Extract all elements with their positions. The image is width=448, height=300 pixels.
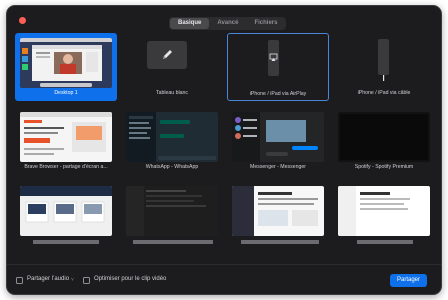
- tile-brave-browser[interactable]: Brave Browser - partage d’écran a...: [15, 107, 117, 175]
- share-audio-checkbox[interactable]: [16, 277, 23, 284]
- obscured-label: [133, 240, 213, 244]
- tile-label: iPhone / iPad via AirPlay: [249, 91, 307, 97]
- obscured-label: [357, 240, 413, 244]
- share-mode-tabs: Basique Avancé Fichiers: [169, 17, 287, 30]
- window-thumbnail: [20, 112, 112, 162]
- whiteboard-frame: [147, 41, 187, 69]
- window-thumbnail: [232, 112, 324, 162]
- tile-window[interactable]: [333, 181, 435, 249]
- window-thumbnail: [20, 186, 112, 236]
- tile-label: Spotify - Spotify Premium: [354, 164, 414, 170]
- tile-window[interactable]: [15, 181, 117, 249]
- tile-label: WhatsApp - WhatsApp: [145, 164, 199, 170]
- tab-fichiers[interactable]: Fichiers: [246, 18, 285, 29]
- share-audio-label: Partager l’audio: [27, 276, 70, 282]
- phone-icon: [383, 75, 385, 81]
- airplay-icon: [269, 53, 278, 61]
- share-screen-window: Basique Avancé Fichiers Desktop 1 Tablea…: [6, 5, 442, 295]
- tile-label: Desktop 1: [54, 90, 78, 96]
- obscured-label: [33, 240, 99, 244]
- tile-tableau-blanc[interactable]: Tableau blanc: [121, 33, 223, 101]
- tile-messenger[interactable]: Messenger - Messenger: [227, 107, 329, 175]
- tile-window[interactable]: [227, 181, 329, 249]
- close-window-button[interactable]: [19, 17, 26, 24]
- phone-frame: [268, 40, 279, 76]
- pencil-icon: [163, 50, 172, 59]
- tile-desktop-1[interactable]: Desktop 1: [15, 33, 117, 101]
- window-thumbnail: [126, 112, 218, 162]
- share-button[interactable]: Partager: [390, 274, 427, 287]
- tile-spotify[interactable]: Spotify - Spotify Premium: [333, 107, 435, 175]
- tile-window[interactable]: [121, 181, 223, 249]
- tile-label: Brave Browser - partage d’écran a...: [24, 164, 108, 170]
- window-thumbnail: [338, 112, 430, 162]
- tab-avance[interactable]: Avancé: [209, 18, 246, 29]
- window-thumbnail: [232, 186, 324, 236]
- obscured-label: [241, 240, 319, 244]
- optimize-video-label: Optimiser pour le clip vidéo: [94, 276, 167, 282]
- tile-whatsapp[interactable]: WhatsApp - WhatsApp: [121, 107, 223, 175]
- tile-iphone-cable[interactable]: iPhone / iPad via câble: [333, 33, 435, 101]
- share-footer: Partager l’audio ˅ Optimiser pour le cli…: [7, 264, 441, 294]
- tile-label: iPhone / iPad via câble: [357, 90, 411, 96]
- window-thumbnail: [126, 186, 218, 236]
- share-source-grid: Desktop 1 Tableau blanc iPhone / iPad vi…: [15, 33, 435, 263]
- tile-iphone-airplay[interactable]: iPhone / iPad via AirPlay: [227, 33, 329, 101]
- chevron-down-icon[interactable]: ˅: [71, 277, 74, 283]
- tab-basique[interactable]: Basique: [170, 18, 210, 29]
- window-thumbnail: [338, 186, 430, 236]
- tile-label: Messenger - Messenger: [250, 164, 306, 170]
- optimize-video-checkbox[interactable]: [83, 277, 90, 284]
- tile-label: Tableau blanc: [155, 90, 188, 96]
- desktop-thumbnail: [20, 38, 112, 88]
- phone-frame: [378, 39, 389, 81]
